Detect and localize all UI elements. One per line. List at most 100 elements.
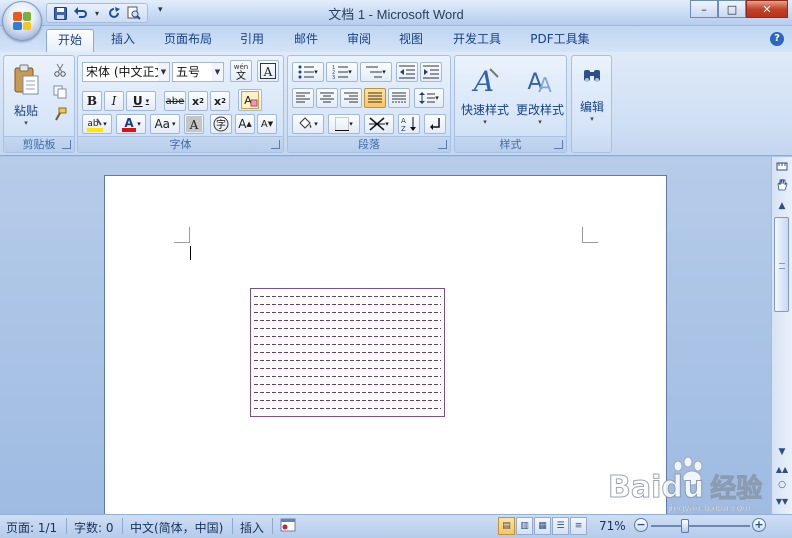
superscript-button[interactable]: x2 <box>210 91 230 111</box>
increase-indent-button[interactable] <box>420 62 442 82</box>
select-browse-object-icon[interactable]: ○ <box>774 478 790 493</box>
status-bar: 页面: 1/1 字数: 0 中文(简体，中国) 插入 ▤ ▥ ▦ ☰ ≡ 71%… <box>0 514 792 538</box>
paragraph-group: ▾ 1 2 3 ▾ ▾ ▾ ▾ ▾ ▾ A Z 段落 <box>287 55 451 153</box>
phonetic-guide-icon: wén文 <box>234 63 248 80</box>
subscript-button[interactable]: x2 <box>188 91 208 111</box>
zoom-slider-thumb[interactable] <box>680 519 689 533</box>
align-center-button[interactable] <box>316 88 338 108</box>
tab-insert[interactable]: 插入 <box>100 29 146 52</box>
multilevel-list-icon <box>366 66 383 78</box>
scroll-up-icon[interactable]: ▲ <box>774 199 790 214</box>
tab-view[interactable]: 视图 <box>389 29 433 52</box>
tab-home[interactable]: 开始 <box>46 29 94 52</box>
quick-styles-label: 快速样式 <box>460 102 509 117</box>
ruler-toggle-icon[interactable] <box>774 160 790 175</box>
shading-button[interactable]: ▾ <box>292 114 324 134</box>
page-count[interactable]: 页面: 1/1 <box>6 519 57 536</box>
scrollbar-grip <box>779 263 785 269</box>
grow-font-button[interactable]: A ▲ <box>235 114 255 134</box>
zoom-level[interactable]: 71% <box>599 519 626 533</box>
distributed-button[interactable] <box>388 88 410 108</box>
enclose-characters-button[interactable]: 字 <box>210 114 232 134</box>
numbering-button[interactable]: 1 2 3 ▾ <box>326 62 358 82</box>
font-size-combo[interactable]: 五号 ▼ <box>172 62 224 82</box>
borders-button[interactable]: ▾ <box>328 114 360 134</box>
font-size-dropdown-icon[interactable]: ▼ <box>212 63 223 81</box>
status-separator <box>272 518 273 534</box>
shrink-font-button[interactable]: A ▼ <box>257 114 277 134</box>
web-layout-icon[interactable]: ▦ <box>534 517 551 535</box>
next-page-icon[interactable]: ▼▼ <box>774 494 790 509</box>
align-right-button[interactable] <box>340 88 362 108</box>
font-dialog-launcher[interactable] <box>271 140 280 149</box>
language-indicator[interactable]: 中文(简体，中国) <box>130 519 223 536</box>
font-name-dropdown-icon[interactable]: ▼ <box>158 63 169 81</box>
strikethrough-button[interactable]: abe <box>164 91 186 111</box>
text-box[interactable] <box>250 288 445 417</box>
office-button[interactable] <box>2 1 42 41</box>
zoom-out-icon[interactable]: − <box>634 518 648 532</box>
ribbon-tabs: 开始 插入 页面布局 引用 邮件 审阅 视图 开发工具 PDF工具集 ? <box>0 26 792 52</box>
svg-text:A: A <box>189 118 199 132</box>
character-border-button[interactable]: A <box>257 60 279 82</box>
zoom-slider[interactable] <box>651 525 750 527</box>
print-layout-view-icon[interactable]: ▤ <box>498 517 515 535</box>
font-name-combo[interactable]: 宋体 (中文正文 ▼ <box>82 62 170 82</box>
change-case-button[interactable]: Aa ▾ <box>150 114 180 134</box>
font-color-button[interactable]: A ▾ <box>116 114 146 134</box>
scroll-down-icon[interactable]: ▼ <box>774 445 790 460</box>
italic-button[interactable]: I <box>104 91 124 111</box>
justify-button[interactable] <box>364 88 386 108</box>
multilevel-list-button[interactable]: ▾ <box>360 62 392 82</box>
format-painter-button[interactable] <box>50 104 70 124</box>
paste-button[interactable]: 粘贴 ▾ <box>7 58 45 132</box>
character-shading-button[interactable]: A <box>184 114 204 134</box>
cut-button[interactable] <box>50 60 70 80</box>
svg-text:文: 文 <box>236 69 246 80</box>
window-controls: – □ ✕ <box>690 0 788 18</box>
change-styles-button[interactable]: AA 更改样式 ▾ <box>513 58 567 132</box>
vertical-scrollbar[interactable]: ▲ ▼ ▲▲ ○ ▼▼ <box>771 157 792 514</box>
phonetic-guide-button[interactable]: wén 文 <box>230 60 252 82</box>
tab-page-layout[interactable]: 页面布局 <box>155 29 221 52</box>
line-spacing-button[interactable]: ▾ <box>414 88 444 108</box>
decrease-indent-button[interactable] <box>396 62 418 82</box>
insert-mode[interactable]: 插入 <box>240 519 264 536</box>
show-formatting-marks-button[interactable] <box>424 114 446 134</box>
tab-developer[interactable]: 开发工具 <box>443 29 511 52</box>
full-screen-reading-icon[interactable]: ▥ <box>516 517 533 535</box>
close-button[interactable]: ✕ <box>746 0 788 18</box>
text-box-pattern-fill <box>254 292 441 413</box>
editing-button[interactable]: 编辑 ▾ <box>574 58 610 132</box>
clipboard-dialog-launcher[interactable] <box>62 140 71 149</box>
word-count[interactable]: 字数: 0 <box>74 519 114 536</box>
tab-mailings[interactable]: 邮件 <box>284 29 328 52</box>
text-highlight-button[interactable]: ab ▾ <box>82 114 112 134</box>
styles-dialog-launcher[interactable] <box>554 140 563 149</box>
underline-button[interactable]: U ▾ <box>126 91 156 111</box>
draft-view-icon[interactable]: ≡ <box>570 517 587 535</box>
quick-styles-button[interactable]: A 快速样式 ▾ <box>457 58 513 132</box>
tab-pdf-tools[interactable]: PDF工具集 <box>521 29 599 52</box>
pan-hand-icon[interactable] <box>774 178 790 194</box>
outline-view-icon[interactable]: ☰ <box>552 517 569 535</box>
change-styles-label: 更改样式 <box>515 102 564 117</box>
tab-references[interactable]: 引用 <box>230 29 274 52</box>
help-icon[interactable]: ? <box>770 32 784 46</box>
align-left-button[interactable] <box>292 88 314 108</box>
bullets-button[interactable]: ▾ <box>292 62 324 82</box>
minimize-button[interactable]: – <box>690 0 718 18</box>
sort-button[interactable]: AZ <box>398 114 420 134</box>
bold-button[interactable]: B <box>82 91 102 111</box>
maximize-button[interactable]: □ <box>718 0 746 18</box>
previous-page-icon[interactable]: ▲▲ <box>774 462 790 477</box>
copy-button[interactable] <box>50 82 70 102</box>
macro-recording-icon[interactable] <box>280 517 296 536</box>
scrollbar-thumb[interactable] <box>774 217 789 312</box>
watermark-url: jingyan.baidu.com <box>668 504 752 514</box>
zoom-in-icon[interactable]: + <box>752 518 766 532</box>
paragraph-dialog-launcher[interactable] <box>438 140 447 149</box>
tab-review[interactable]: 审阅 <box>337 29 381 52</box>
chinese-layout-button[interactable]: ▾ <box>364 114 394 134</box>
clear-formatting-button[interactable]: A <box>238 89 262 111</box>
